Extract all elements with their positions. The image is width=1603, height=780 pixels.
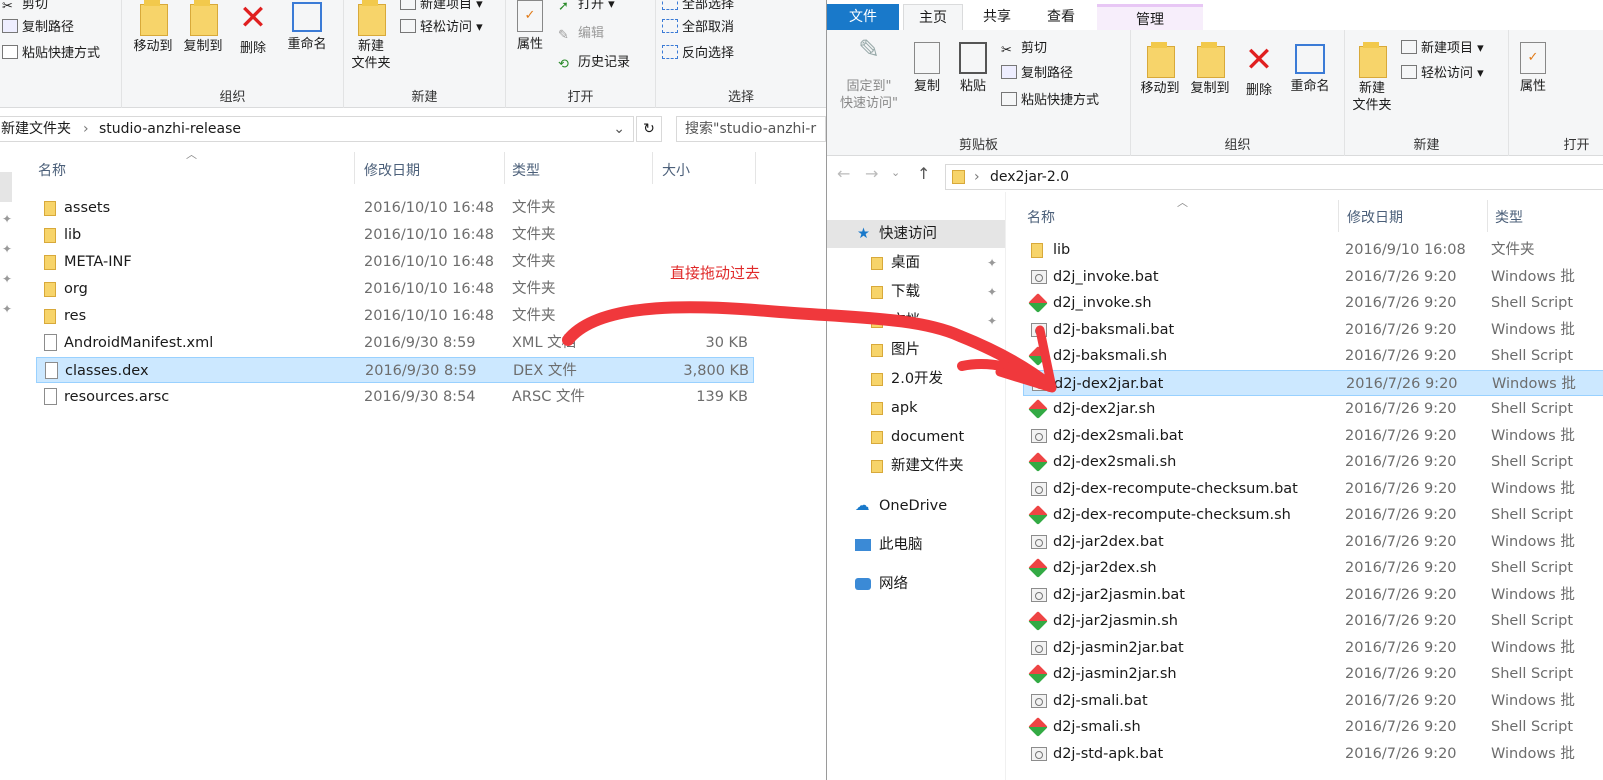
drag-arrow-overlay — [562, 301, 1057, 393]
drag-arrow-curve — [562, 301, 1056, 392]
